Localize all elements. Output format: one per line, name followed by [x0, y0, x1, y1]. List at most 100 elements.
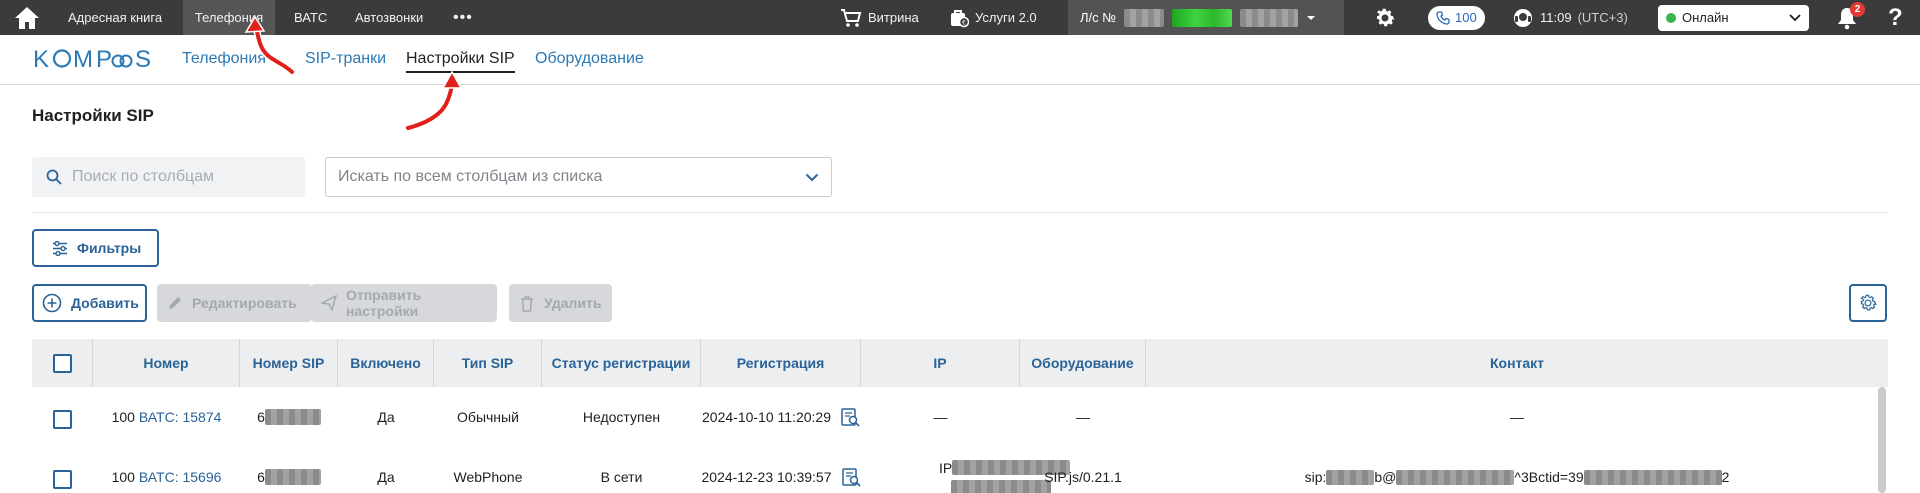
svg-text:MP: MP [73, 46, 115, 73]
equipment-cell: — [1076, 409, 1090, 425]
cart-icon [841, 8, 862, 27]
ip-cell: IP [861, 447, 1071, 493]
delete-label: Удалить [544, 295, 602, 311]
search-icon [46, 169, 62, 185]
svg-text:€: € [962, 19, 966, 26]
contact-start: sip: [1304, 469, 1327, 485]
column-header-registration[interactable]: Регистрация [701, 339, 861, 387]
services-bag-icon: € [951, 9, 969, 27]
filters-button[interactable]: Фильтры [32, 229, 159, 267]
tab-telephony[interactable]: Телефония [182, 50, 266, 68]
number-cell: 100 ВАТС: 15874 [93, 387, 240, 447]
column-header-equipment[interactable]: Оборудование [1020, 339, 1146, 387]
table-row[interactable]: 100 ВАТС: 15696 6 Да WebPhone В сети 202… [32, 447, 1888, 493]
add-label: Добавить [71, 295, 139, 311]
add-button[interactable]: Добавить [32, 284, 147, 322]
tab-equipment[interactable]: Оборудование [535, 50, 644, 68]
topnav-telephony[interactable]: Телефония [183, 0, 275, 35]
sub-navigation: K MP S Телефония SIP-транки Настройки SI… [0, 35, 1920, 85]
help-button[interactable]: ? [1888, 0, 1903, 35]
ip-prefix: IP [939, 459, 953, 476]
topnav-address-book[interactable]: Адресная книга [56, 0, 174, 35]
showcase-label: Витрина [868, 10, 919, 25]
row-checkbox[interactable] [53, 409, 72, 429]
registration-log-icon[interactable] [841, 407, 860, 427]
top-bar: Адресная книга Телефония ВАТС Автозвонки… [0, 0, 1920, 35]
sliders-icon [53, 240, 67, 256]
account-name-redacted [1172, 8, 1233, 27]
table-header: Номер Номер SIP Включено Тип SIP Статус … [32, 339, 1888, 387]
chevron-down-icon [805, 173, 819, 181]
row-checkbox[interactable] [53, 469, 72, 489]
delete-button[interactable]: Удалить [509, 284, 612, 322]
number-cell: 100 ВАТС: 15696 [93, 447, 240, 493]
home-button[interactable] [0, 0, 54, 35]
row-checkbox-cell [32, 387, 93, 447]
column-header-sip-number[interactable]: Номер SIP [240, 339, 338, 387]
column-header-sip-type[interactable]: Тип SIP [434, 339, 542, 387]
current-time: 11:09 [1540, 10, 1572, 25]
search-input[interactable] [72, 168, 292, 186]
services-link[interactable]: € Услуги 2.0 [949, 0, 1037, 35]
column-header-contact[interactable]: Контакт [1146, 339, 1888, 387]
notifications-badge: 2 [1850, 2, 1865, 17]
registration-log-icon[interactable] [841, 467, 861, 487]
number-value: 100 [111, 469, 135, 485]
tab-sip-trunks[interactable]: SIP-транки [305, 50, 386, 68]
table-row[interactable]: 100 ВАТС: 15874 6 Да Обычный Недоступен … [32, 387, 1888, 447]
search-columns-placeholder: Искать по всем столбцам из списка [338, 168, 603, 185]
contact-end: 2 [1721, 469, 1730, 485]
contact-redacted-1 [1326, 469, 1375, 485]
lines-pill: 100 [1428, 5, 1485, 30]
logo-wordmark: K MP S [33, 46, 153, 73]
divider [32, 212, 1888, 213]
column-search [32, 157, 305, 197]
showcase-link[interactable]: Витрина [840, 0, 919, 35]
lines-counter[interactable]: 100 [1428, 0, 1485, 35]
status-dropdown[interactable]: Онлайн [1658, 0, 1809, 35]
pencil-icon [169, 297, 181, 309]
column-header-number[interactable]: Номер [93, 339, 240, 387]
tab-sip-settings[interactable]: Настройки SIP [406, 50, 515, 73]
status-value: Онлайн [1666, 10, 1729, 25]
account-number-redacted [1124, 8, 1165, 27]
edit-button[interactable]: Редактировать [157, 284, 312, 322]
column-header-reg-status[interactable]: Статус регистрации [542, 339, 701, 387]
plus-circle-icon [42, 293, 62, 313]
topnav-vats[interactable]: ВАТС [282, 0, 339, 35]
sip-number-prefix: 6 [257, 409, 265, 425]
more-menu-button[interactable]: ••• [453, 0, 473, 35]
sip-number-redacted [264, 409, 321, 425]
phone-icon [1436, 10, 1450, 25]
column-header-ip[interactable]: IP [861, 339, 1020, 387]
account-selector[interactable]: Л/с № [1068, 0, 1344, 35]
chevron-down-icon [1789, 13, 1801, 21]
send-icon [321, 295, 337, 311]
send-settings-button[interactable]: Отправить настройки [311, 284, 497, 322]
contact-cell: — [1510, 409, 1524, 425]
table-settings-button[interactable] [1849, 284, 1887, 322]
search-columns-select[interactable]: Искать по всем столбцам из списка [325, 157, 832, 197]
select-all-checkbox[interactable] [52, 353, 72, 373]
number-value: 100 [111, 409, 135, 425]
home-icon [15, 6, 39, 29]
table-scrollbar[interactable] [1878, 387, 1886, 493]
contact-cell: sip: b@ ^3Bctid=39 2 [1146, 447, 1888, 493]
topnav-autocalls[interactable]: Автозвонки [343, 0, 435, 35]
contact-part-1: b@ [1374, 469, 1397, 485]
registration-cell: 2024-12-23 10:39:57 [701, 447, 861, 493]
operator-headset-icon [1514, 8, 1532, 27]
settings-button[interactable] [1373, 0, 1397, 35]
registration-cell: 2024-10-10 11:20:29 [701, 387, 861, 447]
trash-icon [521, 295, 533, 312]
status-label: Онлайн [1682, 10, 1729, 25]
svg-text:S: S [135, 46, 153, 73]
gear-icon [1377, 8, 1395, 26]
registration-date: 2024-10-10 11:20:29 [702, 409, 831, 425]
vats-link[interactable]: ВАТС: 15874 [139, 409, 222, 425]
kompas-logo[interactable]: K MP S [33, 45, 159, 80]
services-label: Услуги 2.0 [975, 10, 1037, 25]
registration-date: 2024-12-23 10:39:57 [701, 469, 832, 485]
column-header-enabled[interactable]: Включено [338, 339, 434, 387]
vats-link[interactable]: ВАТС: 15696 [139, 469, 222, 485]
